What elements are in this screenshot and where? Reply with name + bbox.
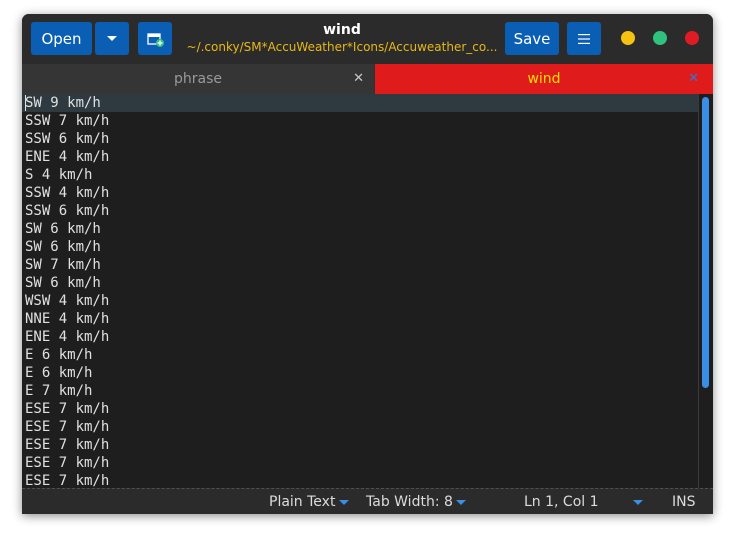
window-subtitle: ~/.conky/SM*AccuWeather*Icons/Accuweathe… [186,40,498,54]
editor-line: SW 7 km/h [25,257,101,273]
tab-phrase[interactable]: phrase ✕ [22,64,374,94]
tab-width-selector[interactable]: Tab Width: 8 [366,493,453,511]
right-margin-line [698,94,699,488]
window-title: wind [323,22,361,38]
save-button-label: Save [513,29,551,48]
close-icon[interactable]: ✕ [688,70,699,88]
cursor-position[interactable]: Ln 1, Col 1 [524,493,599,511]
chevron-down-icon [456,500,466,505]
tab-label: phrase [173,71,222,87]
close-icon[interactable]: ✕ [353,70,364,88]
tab-wind[interactable]: wind ✕ [375,64,713,94]
chevron-down-icon [633,500,643,505]
editor-line: ESE 7 km/h [25,455,110,471]
save-button[interactable]: Save [505,22,559,55]
editor-line: ESE 7 km/h [25,419,110,435]
new-document-button[interactable] [138,22,172,55]
editor-line: E 7 km/h [25,383,93,399]
editor-line: SW 6 km/h [25,275,101,291]
current-line-highlight [22,94,698,112]
editor-line: SSW 7 km/h [25,113,110,129]
editor-line: SW 9 km/h [25,95,101,111]
editor-line: S 4 km/h [25,167,93,183]
main-menu-button[interactable] [567,22,601,55]
editor-line: ESE 7 km/h [25,437,110,453]
editor-line: ENE 4 km/h [25,149,110,165]
header-bar: Open wind ~/.conky/SM*AccuWeather*Icons/… [22,14,713,64]
editor-line: E 6 km/h [25,347,93,363]
status-bar: Plain Text Tab Width: 8 Ln 1, Col 1 INS [22,488,713,514]
chevron-down-icon [339,500,349,505]
editor-line: ESE 7 km/h [25,401,110,417]
editor-line: ENE 4 km/h [25,329,110,345]
minimize-button[interactable] [621,31,635,45]
text-editor[interactable]: SW 9 km/h SSW 7 km/h SSW 6 km/h ENE 4 km… [22,94,713,488]
editor-line: NNE 4 km/h [25,311,110,327]
editor-line: SSW 6 km/h [25,203,110,219]
editor-line: WSW 4 km/h [25,293,110,309]
insert-mode-indicator[interactable]: INS [672,493,696,511]
title-block: wind ~/.conky/SM*AccuWeather*Icons/Accuw… [182,21,502,55]
editor-window: Open wind ~/.conky/SM*AccuWeather*Icons/… [22,14,713,514]
editor-line: ESE 7 km/h [25,473,110,488]
vertical-scrollbar[interactable] [701,94,710,488]
editor-line: SSW 6 km/h [25,131,110,147]
close-window-button[interactable] [685,31,699,45]
document-new-icon [147,32,164,47]
editor-line: E 6 km/h [25,365,93,381]
text-cursor [25,95,26,111]
open-button-label: Open [41,29,82,48]
tab-bar: phrase ✕ wind ✕ [22,64,713,94]
chevron-down-icon [107,36,117,41]
open-recent-dropdown-button[interactable] [95,22,129,55]
language-selector[interactable]: Plain Text [269,493,335,511]
editor-line: SSW 4 km/h [25,185,110,201]
hamburger-menu-icon [578,33,590,44]
maximize-button[interactable] [653,31,667,45]
editor-line: SW 6 km/h [25,239,101,255]
scrollbar-thumb[interactable] [702,97,709,388]
tab-label: wind [527,71,561,87]
editor-line: SW 6 km/h [25,221,101,237]
open-button[interactable]: Open [31,22,92,55]
